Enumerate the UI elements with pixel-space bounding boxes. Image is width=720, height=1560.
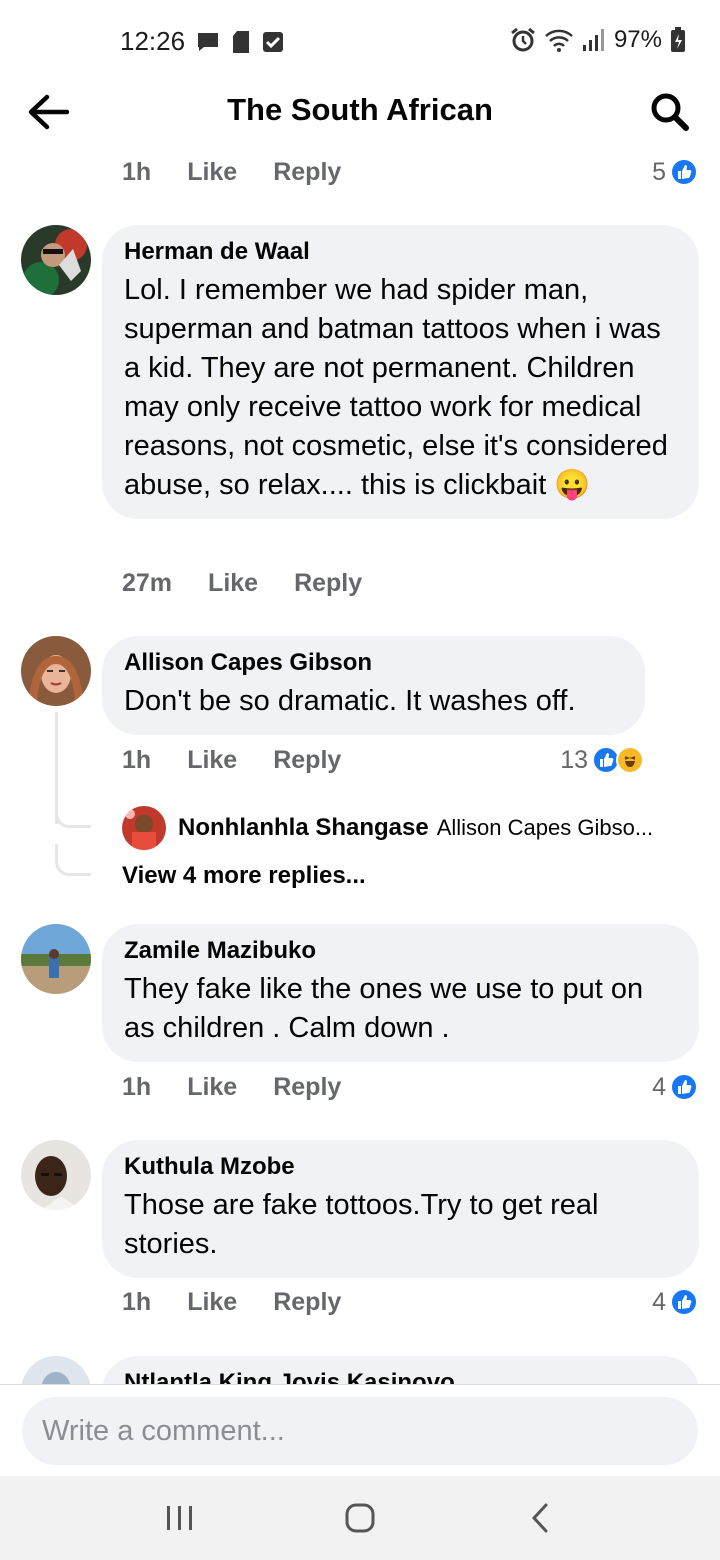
- write-comment-input[interactable]: [22, 1397, 698, 1465]
- reply-button[interactable]: Reply: [273, 158, 341, 187]
- comment-time: 1h: [122, 157, 152, 186]
- comment-meta-row: 1h Like Reply: [122, 740, 341, 780]
- comments-feed[interactable]: 1h Like Reply 5 Herman de Waal Lol. I re…: [0, 144, 720, 1384]
- reaction-summary[interactable]: 4: [652, 1282, 698, 1322]
- comment-text: Lol. I remember we had spider man, super…: [124, 274, 668, 501]
- thumbs-up-icon: [670, 158, 698, 186]
- reply-preview[interactable]: Nonhlanhla Shangase Allison Capes Gibso.…: [122, 806, 702, 850]
- back-nav-button[interactable]: [510, 1488, 570, 1548]
- reply-button[interactable]: Reply: [294, 569, 362, 598]
- comment-composer: [0, 1384, 720, 1476]
- reply-text: Allison Capes Gibso...: [436, 815, 654, 840]
- comment-time: 1h: [122, 1072, 152, 1101]
- like-button[interactable]: Like: [187, 746, 237, 775]
- comment-meta-row: 1h Like Reply: [122, 1282, 341, 1322]
- status-bar: 12:26 97%: [0, 0, 720, 80]
- reaction-summary[interactable]: 5: [652, 152, 698, 192]
- avatar[interactable]: [21, 1140, 91, 1210]
- laughing-emoji-icon: [616, 746, 644, 774]
- signal-icon: [582, 29, 604, 51]
- avatar[interactable]: [21, 225, 91, 295]
- battery-charging-icon: [671, 27, 685, 52]
- avatar[interactable]: [21, 924, 91, 994]
- comment-time: 1h: [122, 745, 152, 774]
- comment-author[interactable]: Zamile Mazibuko: [124, 936, 677, 966]
- search-icon: [651, 93, 689, 131]
- like-button[interactable]: Like: [187, 1073, 237, 1102]
- thumbs-up-icon: [670, 1073, 698, 1101]
- comment-meta-row: 27m Like Reply: [122, 563, 362, 603]
- notification-icons: [196, 30, 284, 54]
- avatar[interactable]: [21, 636, 91, 706]
- comment-bubble[interactable]: Allison Capes Gibson Don't be so dramati…: [102, 636, 645, 735]
- comment-bubble[interactable]: Ntlantla King Jovis Kasinovo: [102, 1356, 699, 1384]
- reaction-count: 5: [652, 157, 666, 186]
- comment-meta-row: 1h Like Reply: [122, 152, 341, 192]
- recent-apps-icon: [167, 1506, 192, 1530]
- reaction-summary[interactable]: 4: [652, 1067, 698, 1107]
- thumbs-up-icon: [670, 1288, 698, 1316]
- like-button[interactable]: Like: [208, 569, 258, 598]
- comment-time: 1h: [122, 1287, 152, 1316]
- thread-connector: [55, 844, 91, 876]
- comment-author[interactable]: Allison Capes Gibson: [124, 648, 623, 678]
- view-more-replies-link[interactable]: View 4 more replies...: [122, 862, 366, 890]
- reaction-summary[interactable]: 13: [560, 740, 644, 780]
- wifi-icon: [545, 29, 573, 52]
- reaction-count: 4: [652, 1072, 666, 1101]
- avatar[interactable]: [21, 1356, 91, 1384]
- avatar[interactable]: [122, 806, 166, 850]
- sd-card-icon: [233, 31, 249, 53]
- reply-button[interactable]: Reply: [273, 1288, 341, 1317]
- check-box-icon: [263, 32, 283, 52]
- battery-percent: 97%: [613, 26, 662, 53]
- message-icon: [198, 33, 218, 51]
- comment-bubble[interactable]: Kuthula Mzobe Those are fake tottoos.Try…: [102, 1140, 699, 1278]
- home-button[interactable]: [330, 1488, 390, 1548]
- chevron-left-icon: [531, 1503, 548, 1533]
- home-icon: [345, 1503, 375, 1533]
- reaction-count: 4: [652, 1287, 666, 1316]
- like-button[interactable]: Like: [187, 1288, 237, 1317]
- top-app-bar: The South African: [0, 80, 720, 144]
- page-title: The South African: [227, 92, 493, 127]
- system-nav-bar: [0, 1476, 720, 1560]
- comment-bubble[interactable]: Herman de Waal Lol. I remember we had sp…: [102, 225, 699, 519]
- recent-apps-button[interactable]: [150, 1488, 210, 1548]
- comment-author[interactable]: Ntlantla King Jovis Kasinovo: [124, 1368, 677, 1384]
- status-time: 12:26: [120, 26, 186, 56]
- comment-text: Those are fake tottoos.Try to get real s…: [124, 1189, 599, 1260]
- reaction-count: 13: [560, 745, 588, 774]
- alarm-icon: [511, 27, 535, 52]
- reply-button[interactable]: Reply: [273, 746, 341, 775]
- system-status-icons: 97%: [510, 26, 686, 54]
- search-button[interactable]: [646, 88, 694, 136]
- like-button[interactable]: Like: [187, 158, 237, 187]
- reply-author[interactable]: Nonhlanhla Shangase: [178, 814, 429, 842]
- comment-text: They fake like the ones we use to put on…: [124, 973, 644, 1044]
- comment-meta-row: 1h Like Reply: [122, 1067, 341, 1107]
- comment-bubble[interactable]: Zamile Mazibuko They fake like the ones …: [102, 924, 699, 1062]
- comment-text: Don't be so dramatic. It washes off.: [124, 685, 576, 717]
- comment-author[interactable]: Kuthula Mzobe: [124, 1152, 677, 1182]
- reply-button[interactable]: Reply: [273, 1073, 341, 1102]
- thread-connector: [55, 794, 91, 828]
- comment-author[interactable]: Herman de Waal: [124, 237, 677, 267]
- comment-time: 27m: [122, 568, 173, 597]
